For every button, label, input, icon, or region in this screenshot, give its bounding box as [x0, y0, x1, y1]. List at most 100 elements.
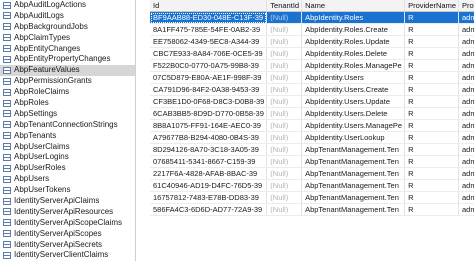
- cell-id[interactable]: A79677B8-B294-4080-0B4S-39: [150, 131, 268, 144]
- table-row[interactable]: 586FA4C3-6D6D-AD77-72A9-39 (Null) AbpTenan…: [150, 203, 474, 216]
- cell-provider-name[interactable]: R: [404, 95, 460, 108]
- tree-item[interactable]: IdentityServerApiClaims: [0, 196, 135, 207]
- cell-id[interactable]: 07685411-5341-8667-C159-39: [150, 155, 268, 168]
- cell-provider-key[interactable]: admin: [458, 179, 474, 192]
- cell-id[interactable]: 586FA4C3-6D6D-AD77-72A9-39: [150, 203, 268, 216]
- table-row[interactable]: CF3BE1D0-0F68-D8C3-D0B8-39 (Null) AbpIdent…: [150, 95, 474, 108]
- cell-name[interactable]: AbpTenantManagement.Ten: [301, 203, 406, 216]
- table-row[interactable]: F522B0C0-0770-0A75-99B8-39 (Null) AbpIdent…: [150, 59, 474, 72]
- cell-tenant-id[interactable]: (Null): [266, 11, 303, 24]
- tree-item[interactable]: IdentityServerApiResources: [0, 207, 135, 218]
- cell-id[interactable]: F522B0C0-0770-0A75-99B8-39: [150, 59, 268, 72]
- cell-provider-key[interactable]: admin: [458, 107, 474, 120]
- cell-name[interactable]: AbpIdentity.Roles.ManagePe: [301, 59, 406, 72]
- cell-provider-name[interactable]: R: [404, 167, 460, 180]
- tree-item[interactable]: AbpSettings: [0, 109, 135, 120]
- cell-provider-name[interactable]: R: [404, 119, 460, 132]
- cell-provider-name[interactable]: R: [404, 107, 460, 120]
- cell-name[interactable]: AbpIdentity.Roles: [301, 11, 406, 24]
- cell-provider-key[interactable]: admin: [458, 191, 474, 204]
- cell-provider-name[interactable]: R: [404, 59, 460, 72]
- table-row[interactable]: EE758062-4349-5EC8-A344-39 (Null) AbpIdent…: [150, 35, 474, 48]
- column-header-provider-name[interactable]: ProviderName: [404, 0, 460, 12]
- column-header-id[interactable]: Id: [150, 0, 268, 12]
- tree-item[interactable]: AbpFeatureValues: [0, 65, 135, 77]
- cell-name[interactable]: AbpTenantManagement.Ten: [301, 167, 406, 180]
- table-row[interactable]: CA791D96-84F2-0A38-9453-39 (Null) AbpIdent…: [150, 83, 474, 96]
- cell-provider-key[interactable]: admin: [458, 11, 474, 24]
- tree-item[interactable]: AbpAuditLogs: [0, 11, 135, 22]
- cell-provider-name[interactable]: R: [404, 203, 460, 216]
- tree-item[interactable]: AbpUserLogins: [0, 152, 135, 163]
- tree-item[interactable]: AbpRoleClaims: [0, 87, 135, 98]
- cell-provider-key[interactable]: admin: [458, 155, 474, 168]
- tree-item[interactable]: AbpEntityChanges: [0, 44, 135, 55]
- column-header-tenant-id[interactable]: TenantId: [266, 0, 303, 12]
- cell-id[interactable]: 6CAB3BB5-8D9D-D770-0B58-39: [150, 107, 268, 120]
- table-row[interactable]: 6CAB3BB5-8D9D-D770-0B58-39 (Null) AbpIdent…: [150, 107, 474, 120]
- cell-provider-name[interactable]: R: [404, 179, 460, 192]
- cell-provider-name[interactable]: R: [404, 47, 460, 60]
- cell-provider-key[interactable]: admin: [458, 131, 474, 144]
- tree-item[interactable]: AbpTenantConnectionStrings: [0, 120, 135, 131]
- tree-item[interactable]: IdentityServerApiScopeClaims: [0, 218, 135, 229]
- cell-provider-key[interactable]: admin: [458, 143, 474, 156]
- tree-item[interactable]: AbpRoles: [0, 98, 135, 109]
- cell-id[interactable]: 8B8A1075-FF91-164E-AEC0-39: [150, 119, 268, 132]
- cell-tenant-id[interactable]: (Null): [266, 35, 303, 48]
- table-row[interactable]: 16757812-7483-E78B-DD83-39 (Null) AbpTenan…: [150, 191, 474, 204]
- tree-item[interactable]: AbpBackgroundJobs: [0, 22, 135, 33]
- cell-provider-name[interactable]: R: [404, 131, 460, 144]
- cell-tenant-id[interactable]: (Null): [266, 179, 303, 192]
- cell-id[interactable]: CA791D96-84F2-0A38-9453-39: [150, 83, 268, 96]
- tree-item[interactable]: IdentityServerClientClaims: [0, 250, 135, 261]
- table-row[interactable]: 2217F6A-4828-AFAB-8BAC-39 (Null) AbpTenant…: [150, 167, 474, 180]
- cell-name[interactable]: AbpIdentity.Users.Create: [301, 83, 406, 96]
- cell-tenant-id[interactable]: (Null): [266, 59, 303, 72]
- cell-tenant-id[interactable]: (Null): [266, 143, 303, 156]
- cell-tenant-id[interactable]: (Null): [266, 155, 303, 168]
- cell-provider-name[interactable]: R: [404, 191, 460, 204]
- table-row[interactable]: 8D294126-8A70-3C18-3A05-39 (Null) AbpTenan…: [150, 143, 474, 156]
- tree-item[interactable]: AbpUserTokens: [0, 185, 135, 196]
- cell-tenant-id[interactable]: (Null): [266, 119, 303, 132]
- cell-provider-name[interactable]: R: [404, 35, 460, 48]
- cell-id[interactable]: 61C40946-AD19-D4FC-76D5-39: [150, 179, 268, 192]
- cell-name[interactable]: AbpIdentity.Roles.Update: [301, 35, 406, 48]
- cell-provider-key[interactable]: admin: [458, 95, 474, 108]
- tree-item[interactable]: IdentityServerApiSecrets: [0, 240, 135, 251]
- cell-name[interactable]: AbpIdentity.UserLookup: [301, 131, 406, 144]
- tree-item[interactable]: AbpClaimTypes: [0, 33, 135, 44]
- tree-item[interactable]: AbpUsers: [0, 174, 135, 185]
- cell-tenant-id[interactable]: (Null): [266, 107, 303, 120]
- column-header-name[interactable]: Name: [301, 0, 406, 12]
- cell-name[interactable]: AbpTenantManagement.Ten: [301, 179, 406, 192]
- table-row[interactable]: A79677B8-B294-4080-0B4S-39 (Null) AbpIdent…: [150, 131, 474, 144]
- cell-tenant-id[interactable]: (Null): [266, 23, 303, 36]
- cell-tenant-id[interactable]: (Null): [266, 131, 303, 144]
- tree-item[interactable]: AbpUserRoles: [0, 163, 135, 174]
- cell-provider-key[interactable]: admin: [458, 119, 474, 132]
- table-row[interactable]: 07685411-5341-8667-C159-39 (Null) AbpTenan…: [150, 155, 474, 168]
- cell-provider-key[interactable]: admin: [458, 167, 474, 180]
- cell-id[interactable]: 07C5D879-E80A-AE1F-998F-39: [150, 71, 268, 84]
- cell-name[interactable]: AbpIdentity.Users.Update: [301, 95, 406, 108]
- cell-provider-key[interactable]: admin: [458, 23, 474, 36]
- cell-tenant-id[interactable]: (Null): [266, 71, 303, 84]
- cell-name[interactable]: AbpTenantManagement.Ten: [301, 143, 406, 156]
- cell-provider-key[interactable]: admin: [458, 59, 474, 72]
- table-row[interactable]: 07C5D879-E80A-AE1F-998F-39 (Null) AbpIdent…: [150, 71, 474, 84]
- cell-name[interactable]: AbpIdentity.Users.ManagePe: [301, 119, 406, 132]
- cell-provider-key[interactable]: admin: [458, 203, 474, 216]
- cell-name[interactable]: AbpIdentity.Roles.Create: [301, 23, 406, 36]
- cell-tenant-id[interactable]: (Null): [266, 167, 303, 180]
- tree-item[interactable]: AbpUserClaims: [0, 142, 135, 153]
- cell-provider-name[interactable]: R: [404, 143, 460, 156]
- cell-provider-name[interactable]: R: [404, 83, 460, 96]
- cell-name[interactable]: AbpTenantManagement.Ten: [301, 155, 406, 168]
- cell-id[interactable]: 8A1FF475-785E-54FE-0AB2-39: [150, 23, 268, 36]
- cell-provider-name[interactable]: R: [404, 23, 460, 36]
- tree-item[interactable]: AbpAuditLogActions: [0, 0, 135, 11]
- cell-provider-name[interactable]: R: [404, 155, 460, 168]
- cell-name[interactable]: AbpIdentity.Roles.Delete: [301, 47, 406, 60]
